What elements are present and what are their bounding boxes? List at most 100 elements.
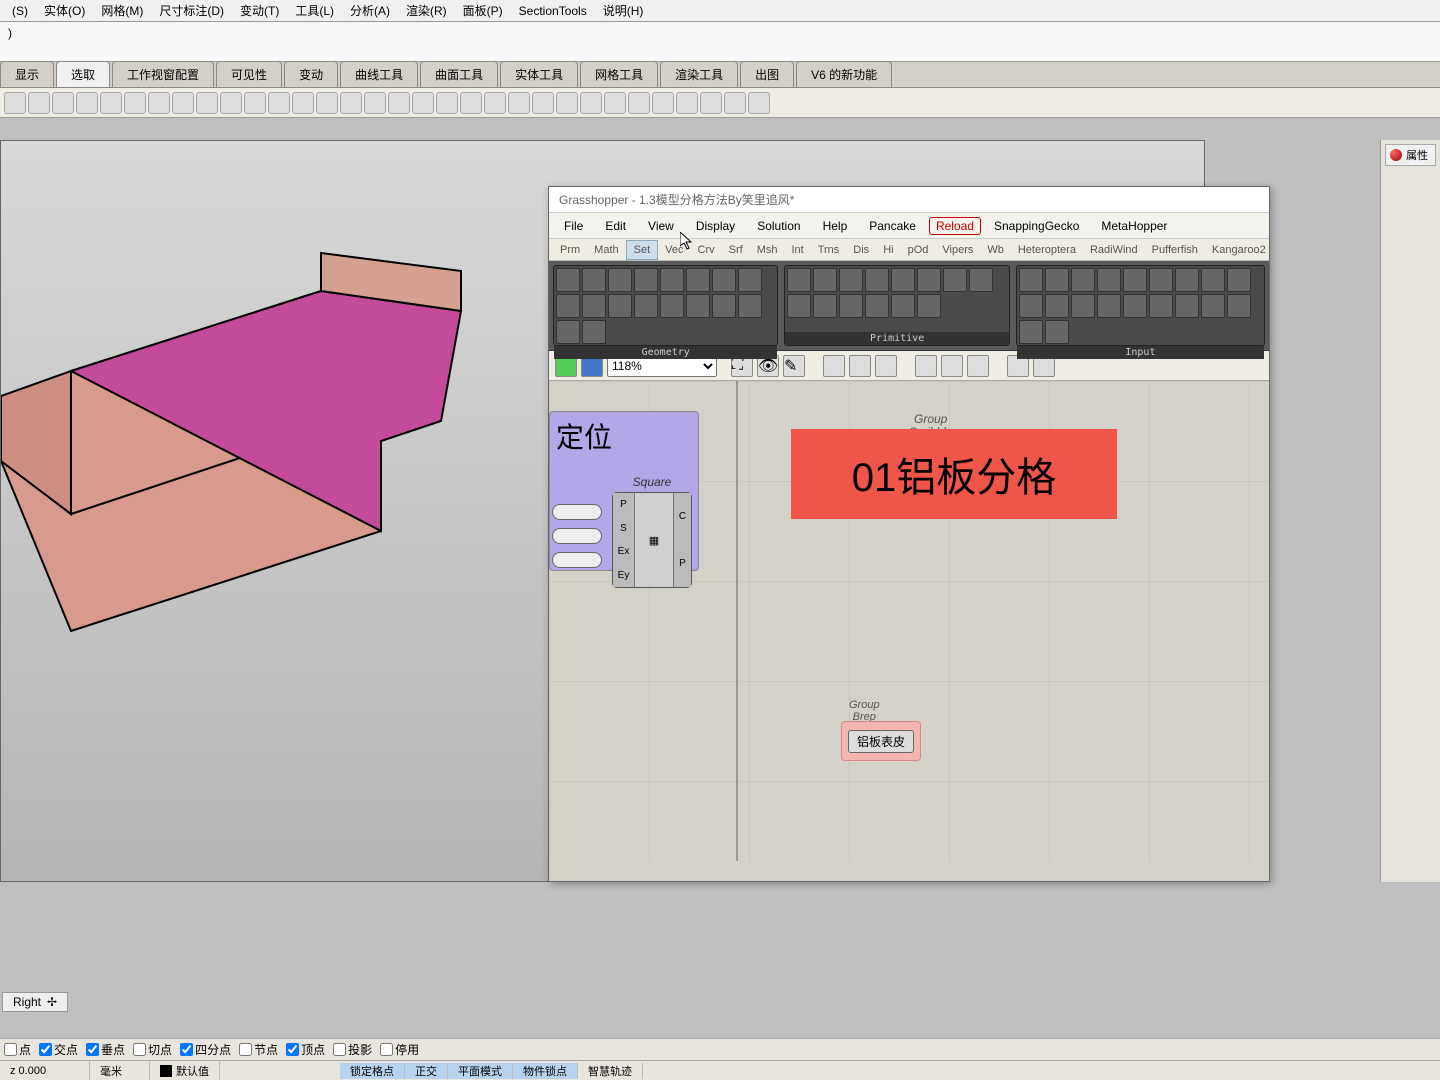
rhino-tab[interactable]: 曲线工具 — [340, 61, 418, 87]
menu-item[interactable]: 面板(P) — [455, 0, 511, 21]
toolbar-icon[interactable] — [412, 92, 434, 114]
tb-icon-c[interactable] — [875, 355, 897, 377]
component-icon[interactable] — [1227, 268, 1251, 292]
toolbar-icon[interactable] — [220, 92, 242, 114]
component-icon[interactable] — [712, 268, 736, 292]
rhino-tab[interactable]: 工作视窗配置 — [112, 61, 214, 87]
tb-icon-d[interactable] — [915, 355, 937, 377]
component-icon[interactable] — [969, 268, 993, 292]
rhino-tab[interactable]: 出图 — [740, 61, 794, 87]
param-capsule-3[interactable] — [552, 552, 602, 568]
toolbar-icon[interactable] — [436, 92, 458, 114]
rhino-tab[interactable]: 显示 — [0, 61, 54, 87]
menu-item[interactable]: 工具(L) — [287, 0, 342, 21]
osnap-option[interactable]: 点 — [4, 1041, 31, 1058]
component-icon[interactable] — [660, 268, 684, 292]
component-icon[interactable] — [1097, 294, 1121, 318]
component-icon[interactable] — [839, 294, 863, 318]
properties-tab[interactable]: 属性 — [1385, 144, 1436, 166]
output-port[interactable]: P — [679, 558, 686, 569]
brep-group[interactable]: 铝板表皮 — [841, 721, 921, 761]
gh-category-tab[interactable]: Vec — [658, 241, 690, 259]
gh-canvas[interactable]: 定位 Square PSExEy ▦ CP GroupScribble 01铝板… — [549, 381, 1269, 861]
component-icon[interactable] — [813, 268, 837, 292]
toolbar-icon[interactable] — [268, 92, 290, 114]
gh-menu-item[interactable]: File — [555, 216, 592, 236]
component-icon[interactable] — [1019, 320, 1043, 344]
gh-category-tab[interactable]: Set — [626, 240, 659, 260]
component-icon[interactable] — [556, 268, 580, 292]
osnap-checkbox[interactable] — [333, 1043, 346, 1056]
gh-menu-item[interactable]: Pancake — [860, 216, 925, 236]
status-toggle[interactable]: 智慧轨迹 — [578, 1063, 643, 1079]
osnap-checkbox[interactable] — [180, 1043, 193, 1056]
component-icon[interactable] — [865, 294, 889, 318]
component-icon[interactable] — [865, 268, 889, 292]
toolbar-icon[interactable] — [388, 92, 410, 114]
toolbar-icon[interactable] — [76, 92, 98, 114]
component-icon[interactable] — [634, 268, 658, 292]
menu-item[interactable]: 尺寸标注(D) — [151, 0, 232, 21]
input-port[interactable]: Ex — [618, 546, 630, 557]
gh-category-tab[interactable]: Int — [784, 241, 810, 259]
osnap-checkbox[interactable] — [286, 1043, 299, 1056]
component-icon[interactable] — [1175, 268, 1199, 292]
gh-category-tab[interactable]: Srf — [722, 241, 750, 259]
osnap-option[interactable]: 投影 — [333, 1041, 372, 1058]
component-icon[interactable] — [582, 268, 606, 292]
component-icon[interactable] — [1097, 268, 1121, 292]
toolbar-icon[interactable] — [316, 92, 338, 114]
square-component[interactable]: Square PSExEy ▦ CP — [612, 492, 692, 588]
gh-category-tab[interactable]: Vipers — [935, 241, 980, 259]
rhino-tab[interactable]: 选取 — [56, 61, 110, 87]
scribble-component[interactable]: 01铝板分格 — [791, 429, 1117, 519]
component-icon[interactable] — [608, 294, 632, 318]
menu-item[interactable]: SectionTools — [511, 2, 595, 20]
component-icon[interactable] — [1045, 294, 1069, 318]
component-icon[interactable] — [1071, 294, 1095, 318]
toolbar-icon[interactable] — [196, 92, 218, 114]
toolbar-icon[interactable] — [148, 92, 170, 114]
component-icon[interactable] — [1201, 294, 1225, 318]
component-icon[interactable] — [738, 294, 762, 318]
gh-category-tab[interactable]: Kangaroo2 — [1205, 241, 1273, 259]
component-icon[interactable] — [1071, 268, 1095, 292]
osnap-option[interactable]: 垂点 — [86, 1041, 125, 1058]
component-icon[interactable] — [608, 268, 632, 292]
osnap-option[interactable]: 顶点 — [286, 1041, 325, 1058]
component-icon[interactable] — [787, 294, 811, 318]
toolbar-icon[interactable] — [364, 92, 386, 114]
component-icon[interactable] — [917, 268, 941, 292]
param-capsule-2[interactable] — [552, 528, 602, 544]
toolbar-icon[interactable] — [628, 92, 650, 114]
component-icon[interactable] — [917, 294, 941, 318]
osnap-checkbox[interactable] — [133, 1043, 146, 1056]
status-toggle[interactable]: 正交 — [405, 1063, 448, 1079]
gh-menu-item[interactable]: SnappingGecko — [985, 216, 1088, 236]
input-port[interactable]: P — [620, 499, 627, 510]
rhino-tab[interactable]: 渲染工具 — [660, 61, 738, 87]
component-icon[interactable] — [943, 268, 967, 292]
component-icon[interactable] — [1123, 268, 1147, 292]
component-icon[interactable] — [1149, 294, 1173, 318]
toolbar-icon[interactable] — [508, 92, 530, 114]
gh-category-tab[interactable]: Heteroptera — [1011, 241, 1083, 259]
gh-menu-item[interactable]: MetaHopper — [1092, 216, 1176, 236]
toolbar-icon[interactable] — [124, 92, 146, 114]
output-port[interactable]: C — [679, 511, 686, 522]
gh-reload-button[interactable]: Reload — [929, 217, 981, 235]
gh-menu-item[interactable]: Display — [687, 216, 744, 236]
component-icon[interactable] — [891, 294, 915, 318]
component-icon[interactable] — [1019, 268, 1043, 292]
toolbar-icon[interactable] — [676, 92, 698, 114]
component-icon[interactable] — [813, 294, 837, 318]
component-icon[interactable] — [1201, 268, 1225, 292]
toolbar-icon[interactable] — [724, 92, 746, 114]
gh-titlebar[interactable]: Grasshopper - 1.3模型分格方法By笑里追风* — [549, 187, 1269, 213]
rhino-tab[interactable]: V6 的新功能 — [796, 61, 892, 87]
gh-category-tab[interactable]: Math — [587, 241, 625, 259]
toolbar-icon[interactable] — [652, 92, 674, 114]
osnap-option[interactable]: 交点 — [39, 1041, 78, 1058]
osnap-option[interactable]: 停用 — [380, 1041, 419, 1058]
toolbar-icon[interactable] — [4, 92, 26, 114]
